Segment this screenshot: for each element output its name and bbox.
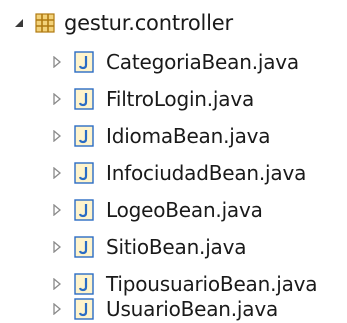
- file-row-sitiobean[interactable]: SitioBean.java: [0, 229, 347, 265]
- expand-arrow-icon[interactable]: [50, 55, 64, 69]
- file-row-infociudadbean[interactable]: InfociudadBean.java: [0, 155, 347, 191]
- file-row-usuariobean[interactable]: UsuarioBean.java: [0, 291, 347, 323]
- package-explorer-tree: gestur.controller CategoriaBean.java Fil…: [0, 0, 347, 323]
- package-label: gestur.controller: [64, 11, 233, 35]
- java-file-icon: [74, 199, 94, 221]
- expand-arrow-icon[interactable]: [50, 203, 64, 217]
- java-file-icon: [74, 162, 94, 184]
- expand-arrow-icon[interactable]: [50, 277, 64, 291]
- expand-arrow-icon[interactable]: [50, 129, 64, 143]
- file-label: CategoriaBean.java: [106, 50, 299, 74]
- file-label: FiltroLogin.java: [106, 87, 255, 111]
- file-label: InfociudadBean.java: [106, 161, 307, 185]
- file-row-idiomabean[interactable]: IdiomaBean.java: [0, 118, 347, 154]
- expand-arrow-icon[interactable]: [50, 302, 64, 316]
- expand-arrow-icon[interactable]: [50, 92, 64, 106]
- java-file-icon: [74, 298, 94, 320]
- collapse-arrow-icon[interactable]: [12, 16, 26, 30]
- file-row-categoriabean[interactable]: CategoriaBean.java: [0, 44, 347, 80]
- file-label: UsuarioBean.java: [106, 297, 279, 321]
- java-file-icon: [74, 125, 94, 147]
- java-file-icon: [74, 236, 94, 258]
- file-label: LogeoBean.java: [106, 198, 263, 222]
- java-file-icon: [74, 88, 94, 110]
- expand-arrow-icon[interactable]: [50, 166, 64, 180]
- file-label: SitioBean.java: [106, 235, 247, 259]
- file-label: IdiomaBean.java: [106, 124, 271, 148]
- file-row-filtrologin[interactable]: FiltroLogin.java: [0, 81, 347, 117]
- package-row[interactable]: gestur.controller: [0, 5, 347, 41]
- file-row-logeobean[interactable]: LogeoBean.java: [0, 192, 347, 228]
- expand-arrow-icon[interactable]: [50, 240, 64, 254]
- package-icon: [34, 12, 56, 34]
- java-file-icon: [74, 51, 94, 73]
